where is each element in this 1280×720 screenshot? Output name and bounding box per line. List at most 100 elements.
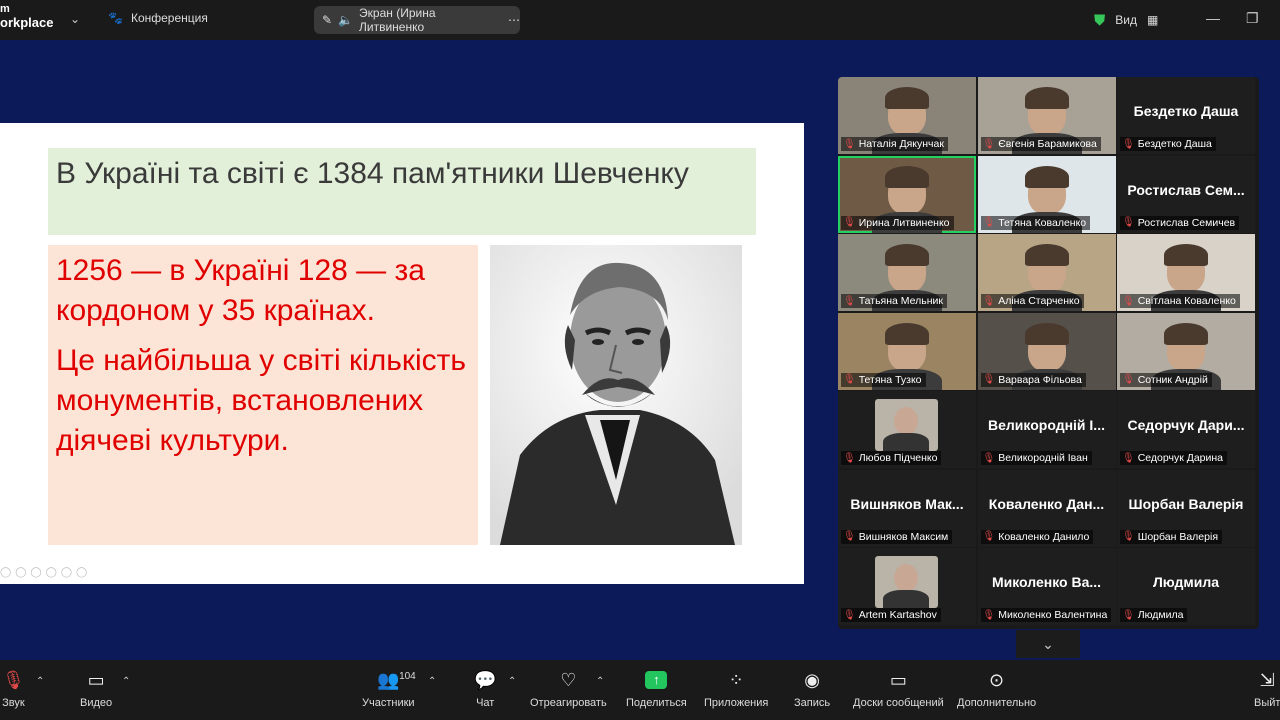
participant-name-large: Людмила xyxy=(1152,574,1220,590)
arrow-right-icon[interactable]: ◯ xyxy=(15,567,26,578)
mic-off-icon: 🎙 xyxy=(1122,374,1135,385)
participant-video-hair xyxy=(885,322,929,345)
chat-icon: 💬 xyxy=(474,670,497,690)
participant-name: Седорчук Дарина xyxy=(1137,452,1223,464)
video-button[interactable]: ▭ Видео xyxy=(80,668,112,709)
participant-name: Варвара Фільова xyxy=(998,373,1082,386)
participant-tile[interactable]: 🎙 Євгенія Барамикова xyxy=(977,77,1116,154)
whiteboard-icon: ▭ xyxy=(889,670,907,690)
participant-name-large: Великородній І... xyxy=(988,417,1105,433)
mic-off-icon: 🎙 xyxy=(843,138,856,150)
annotate-icon[interactable]: ✎ xyxy=(322,13,332,27)
participant-name-large: Ростислав Сем... xyxy=(1127,181,1245,198)
participant-tile[interactable]: 🎙 Варвара Фільова xyxy=(977,312,1116,390)
participant-tile[interactable]: 🎙 Artem Kartashov xyxy=(838,548,976,625)
conference-menu[interactable]: 🐾 Конференция xyxy=(108,11,208,25)
participant-tile[interactable]: 🎙 Світлана Коваленко xyxy=(1117,234,1255,311)
chat-button[interactable]: 💬 Чат xyxy=(474,668,496,709)
participant-caption: 🎙 Вишняков Максим xyxy=(841,529,953,544)
mic-off-icon: 🎙 xyxy=(843,452,856,464)
whiteboard-button[interactable]: ▭ Доски сообщений xyxy=(853,668,944,709)
participant-tile[interactable]: Ростислав Сем... 🎙 Ростислав Семичев xyxy=(1117,155,1255,233)
participant-name: Татьяна Мельник xyxy=(858,295,943,307)
participant-tile[interactable]: Бездетко Даша 🎙 Бездетко Даша xyxy=(1117,77,1255,154)
participant-tile[interactable]: 🎙 Ирина Литвиненко xyxy=(838,155,976,233)
shield-icon[interactable]: ⛊ xyxy=(1094,12,1105,29)
sound-options-caret-icon[interactable]: ⌃ xyxy=(36,676,44,687)
mic-off-icon: 🎙 xyxy=(982,531,996,542)
participant-tile[interactable]: Седорчук Дари... 🎙 Седорчук Дарина xyxy=(1117,391,1255,468)
participant-name: Artem Kartashov xyxy=(858,609,937,621)
participant-video-hair xyxy=(1024,244,1069,266)
participant-name: Ростислав Семичев xyxy=(1137,216,1236,229)
participant-tile[interactable]: 🎙 Наталія Дякунчак xyxy=(838,77,976,154)
zoom-icon[interactable]: ◯ xyxy=(61,567,72,578)
participant-tile[interactable]: 🎙 Сотник Андрій xyxy=(1117,312,1255,390)
record-button[interactable]: ◉ Запись xyxy=(794,668,830,709)
participant-caption: 🎙 Тетяна Тузко xyxy=(841,372,926,387)
mic-off-icon: 🎙 xyxy=(1122,531,1135,542)
participant-tile[interactable]: Коваленко Дан... 🎙 Коваленко Данило xyxy=(977,469,1116,547)
participant-tile[interactable]: Вишняков Мак... 🎙 Вишняков Максим xyxy=(838,469,976,547)
grid-icon: ▦ xyxy=(1146,13,1159,27)
participant-name: Коваленко Данило xyxy=(998,530,1090,543)
apps-button[interactable]: ⁘ Приложения xyxy=(704,668,768,709)
participant-tile[interactable]: Шорбан Валерія 🎙 Шорбан Валерія xyxy=(1117,469,1255,547)
mic-off-icon: 🎙 xyxy=(1122,609,1135,621)
participant-caption: 🎙 Наталія Дякунчак xyxy=(841,137,948,151)
gallery-scroll-down-button[interactable]: ⌄ xyxy=(1016,630,1080,658)
minimize-icon[interactable]: — xyxy=(1206,10,1220,26)
mic-off-icon: 🎙 xyxy=(982,452,996,464)
participant-tile[interactable]: Миколенко Ва... 🎙 Миколенко Валентина xyxy=(977,548,1116,625)
participant-name-large: Седорчук Дари... xyxy=(1127,417,1245,433)
react-options-caret-icon[interactable]: ⌃ xyxy=(596,676,604,687)
participant-name: Бездетко Даша xyxy=(1137,138,1212,150)
video-options-caret-icon[interactable]: ⌃ xyxy=(122,676,130,687)
participant-caption: 🎙 Миколенко Валентина xyxy=(980,608,1112,622)
participant-tile[interactable]: 🎙 Тетяна Коваленко xyxy=(977,155,1116,233)
slide-body: 1256 — в Україні 128 — за кордоном у 35 … xyxy=(56,251,476,471)
participant-caption: 🎙 Коваленко Данило xyxy=(980,529,1094,544)
participant-name: Тетяна Коваленко xyxy=(998,216,1087,229)
leave-button[interactable]: ⇲ Выйт xyxy=(1254,668,1280,709)
participant-video-hair xyxy=(1024,87,1069,109)
sound-button[interactable]: 🎙 Звук xyxy=(2,668,25,709)
slide-title-box: В Україні та світі є 1384 пам'ятники Шев… xyxy=(48,148,756,235)
participant-name-large: Шорбан Валерія xyxy=(1128,495,1244,512)
bottom-toolbar: 🎙 Звук ⌃ ▭ Видео ⌃ 👥 104 Участники ⌃ 💬 Ча… xyxy=(0,660,1280,720)
chevron-down-icon[interactable]: ⌄ xyxy=(70,12,80,26)
copy-icon[interactable]: ◯ xyxy=(46,567,57,578)
mic-off-icon: 🎙 xyxy=(1122,217,1135,228)
react-button[interactable]: ♡ Отреагировать xyxy=(530,668,607,709)
participant-caption: 🎙 Сотник Андрій xyxy=(1120,372,1212,387)
mic-off-icon: 🎙 xyxy=(843,217,856,228)
participant-tile[interactable]: Людмила 🎙 Людмила xyxy=(1117,548,1255,625)
participants-options-caret-icon[interactable]: ⌃ xyxy=(428,676,436,687)
participant-caption: 🎙 Ростислав Семичев xyxy=(1120,215,1240,230)
restore-icon[interactable]: ❐ xyxy=(1246,10,1259,27)
screen-share-indicator[interactable]: ✎ 🔈 Экран (Ирина Литвиненко ⋯ xyxy=(314,6,520,34)
participant-tile[interactable]: 🎙 Аліна Старченко xyxy=(977,234,1116,311)
participants-button[interactable]: 👥 104 Участники xyxy=(362,668,416,709)
participant-tile[interactable]: Великородній І... 🎙 Великородній Іван xyxy=(977,391,1116,468)
more-button[interactable]: ⊙ Дополнительно xyxy=(957,668,1036,709)
participant-video-hair xyxy=(885,165,929,188)
slide-toolbar: ◯ ◯ ◯ ◯ ◯ ◯ xyxy=(0,567,87,578)
more-options-icon[interactable]: ◯ xyxy=(76,567,87,578)
participant-tile[interactable]: 🎙 Тетяна Тузко xyxy=(838,312,976,390)
participant-name: Ирина Литвиненко xyxy=(858,216,950,229)
arrow-left-icon[interactable]: ◯ xyxy=(0,567,11,578)
chat-options-caret-icon[interactable]: ⌃ xyxy=(508,676,516,687)
participant-tile[interactable]: 🎙 Татьяна Мельник xyxy=(838,234,976,311)
more-icon[interactable]: ⋯ xyxy=(508,13,520,27)
pen-icon[interactable]: ◯ xyxy=(30,567,41,578)
share-button[interactable]: ↑ Поделиться xyxy=(626,668,687,709)
participant-video-hair xyxy=(1024,322,1069,345)
participant-name: Миколенко Валентина xyxy=(998,609,1108,621)
participant-name: Євгенія Барамикова xyxy=(998,138,1097,150)
participant-avatar xyxy=(875,556,938,608)
participant-tile[interactable]: 🎙 Любов Підченко xyxy=(838,391,976,468)
view-menu[interactable]: ⛊ Вид ▦ xyxy=(1094,8,1180,32)
speaker-icon: 🔈 xyxy=(338,13,354,27)
participant-caption: 🎙 Любов Підченко xyxy=(841,451,942,465)
